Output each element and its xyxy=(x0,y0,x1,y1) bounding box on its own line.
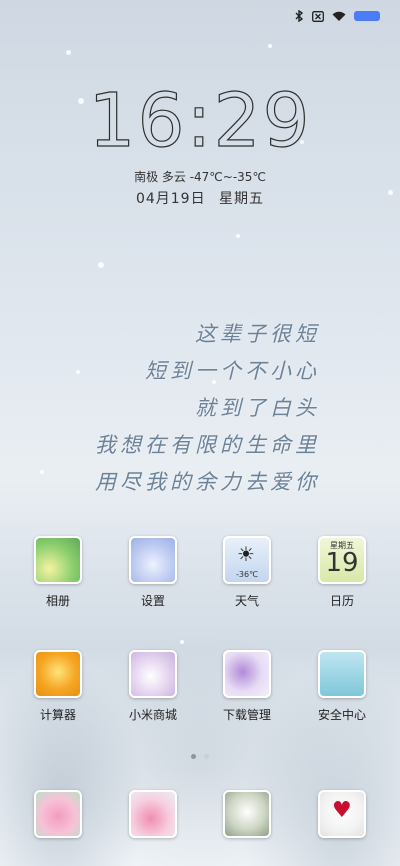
page-dot[interactable] xyxy=(204,754,209,759)
settings-icon xyxy=(129,536,177,584)
app-security-center[interactable]: 安全中心 xyxy=(295,650,389,723)
dock-app-1[interactable] xyxy=(11,790,105,838)
app-calendar[interactable]: 星期五 19 日历 xyxy=(295,536,389,609)
app-label: 设置 xyxy=(140,594,165,608)
page-dot-active[interactable] xyxy=(191,754,196,759)
sim-off-icon xyxy=(312,10,324,22)
weekday-text: 星期五 xyxy=(219,191,265,207)
app-label: 计算器 xyxy=(39,708,76,722)
poem-line: 短到一个不小心 xyxy=(145,359,320,383)
dock-app-2-icon xyxy=(129,790,177,838)
status-bar xyxy=(294,10,380,22)
app-label: 小米商城 xyxy=(128,708,177,722)
snowflake xyxy=(76,370,80,374)
download-icon xyxy=(223,650,271,698)
photos-icon xyxy=(34,536,82,584)
snowflake xyxy=(40,470,44,474)
app-label: 下载管理 xyxy=(222,708,271,722)
mi-store-icon xyxy=(129,650,177,698)
app-label: 日历 xyxy=(329,594,354,608)
date-line: 04月19日 星期五 xyxy=(0,188,400,208)
wallpaper-poem: 这辈子很短 短到一个不小心 就到了白头 我想在有限的生命里 用尽我的余力去爱你 xyxy=(95,316,320,501)
dock-app-3[interactable] xyxy=(200,790,294,838)
poem-line: 我想在有限的生命里 xyxy=(95,433,320,457)
calendar-day: 19 xyxy=(325,548,359,578)
poem-line: 就到了白头 xyxy=(195,396,320,420)
calendar-icon: 星期五 19 xyxy=(318,536,366,584)
app-weather[interactable]: ☀ -36℃ 天气 xyxy=(200,536,294,609)
dock-app-1-icon xyxy=(34,790,82,838)
sun-icon: ☀ xyxy=(237,542,255,566)
app-download-manager[interactable]: 下载管理 xyxy=(200,650,294,723)
snowflake xyxy=(66,50,71,55)
calculator-icon xyxy=(34,650,82,698)
clock-hours: 16 xyxy=(88,77,187,164)
dock-app-3-icon xyxy=(223,790,271,838)
snowflake xyxy=(268,44,272,48)
snowflake xyxy=(236,234,240,238)
bluetooth-icon xyxy=(295,10,304,22)
app-mi-store[interactable]: 小米商城 xyxy=(106,650,200,723)
clock-colon: : xyxy=(186,77,214,164)
heart-icon: ♥ xyxy=(332,798,352,823)
dock-app-4[interactable]: ♥ xyxy=(295,790,389,838)
battery-icon xyxy=(354,11,380,21)
page-indicator xyxy=(0,744,400,763)
app-label: 天气 xyxy=(234,594,259,608)
date-text: 04月19日 xyxy=(135,191,206,207)
weather-widget-temp: -36℃ xyxy=(235,570,259,579)
app-label: 相册 xyxy=(45,594,70,608)
app-settings[interactable]: 设置 xyxy=(106,536,200,609)
security-icon xyxy=(318,650,366,698)
wifi-icon xyxy=(332,11,346,21)
snowflake xyxy=(98,262,104,268)
weather-summary: 南极 多云 -47℃~-35℃ xyxy=(134,170,266,184)
snowflake xyxy=(180,640,184,644)
app-calculator[interactable]: 计算器 xyxy=(11,650,105,723)
clock-minutes: 29 xyxy=(213,77,312,164)
app-photos[interactable]: 相册 xyxy=(11,536,105,609)
dock-app-4-icon: ♥ xyxy=(318,790,366,838)
dock-app-2[interactable] xyxy=(106,790,200,838)
app-label: 安全中心 xyxy=(317,708,366,722)
poem-line: 用尽我的余力去爱你 xyxy=(95,470,320,494)
poem-line: 这辈子很短 xyxy=(195,322,320,346)
lockscreen-clock: 16:29 xyxy=(0,77,400,164)
weather-icon: ☀ -36℃ xyxy=(223,536,271,584)
